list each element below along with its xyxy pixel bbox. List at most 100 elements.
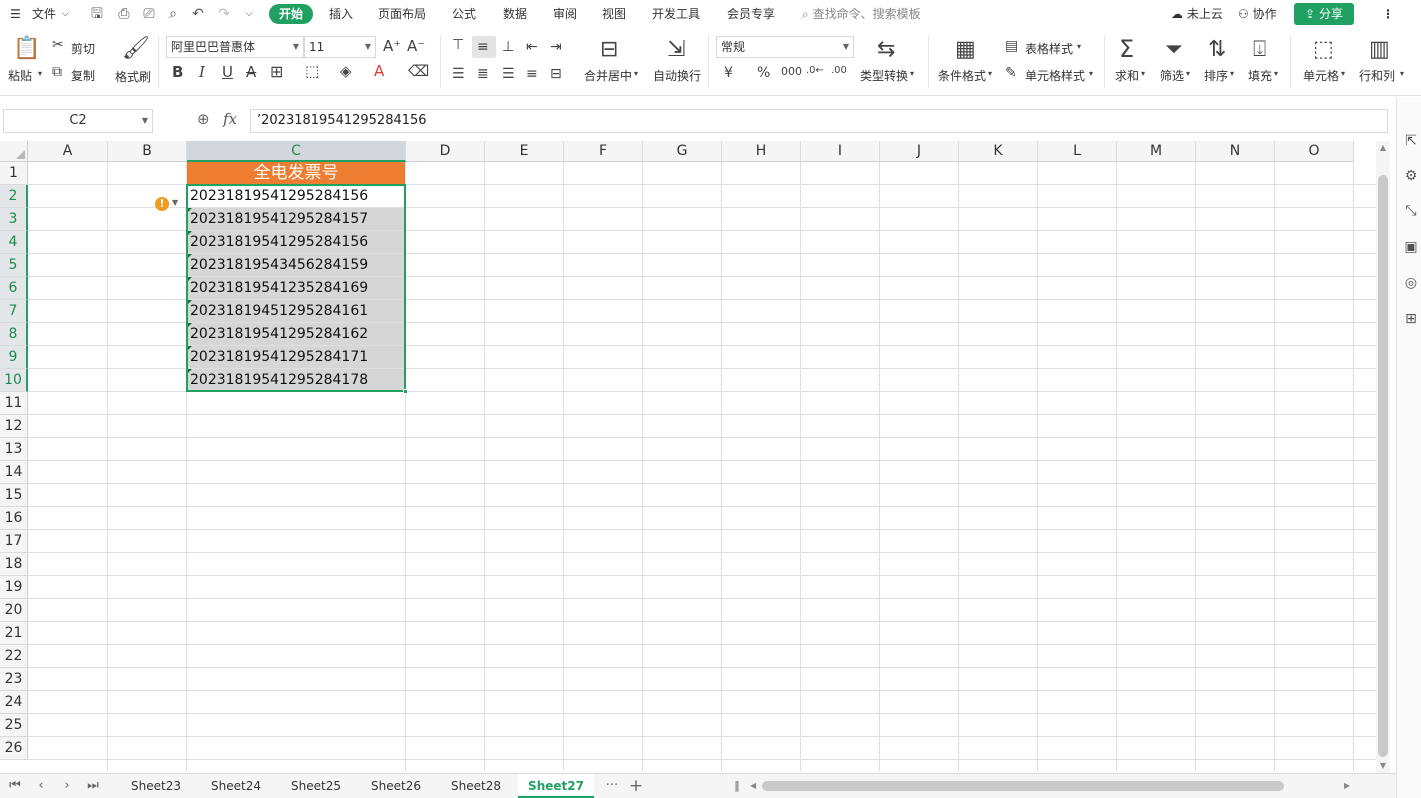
cell-style-button[interactable]: 单元格样式 [1025,67,1085,84]
column-header-l[interactable]: L [1038,141,1117,162]
select-all-corner[interactable] [0,141,28,162]
column-header-e[interactable]: E [485,141,564,162]
align-right-icon[interactable]: ☰ [502,67,515,81]
filter-button[interactable]: 筛选 [1160,67,1184,84]
tab-data[interactable]: 数据 [503,0,527,28]
scissors-icon[interactable]: ✂ [52,38,64,52]
column-header-h[interactable]: H [722,141,801,162]
sum-chevron-icon[interactable]: ▾ [1141,70,1145,78]
align-bottom-icon[interactable]: ⊥ [502,40,514,54]
row-header-10[interactable]: 10 [0,369,28,392]
row-header-23[interactable]: 23 [0,668,28,691]
table-style-chevron-icon[interactable]: ▾ [1077,43,1081,51]
font-color-icon[interactable]: A [374,64,384,79]
row-header-11[interactable]: 11 [0,392,28,415]
column-header-n[interactable]: N [1196,141,1275,162]
sheet-tab[interactable]: Sheet25 [278,774,354,798]
formula-input[interactable]: ’20231819541295284156 [250,109,1388,133]
row-header-15[interactable]: 15 [0,484,28,507]
row-header-21[interactable]: 21 [0,622,28,645]
row-header-20[interactable]: 20 [0,599,28,622]
invoice-cell-c7[interactable]: 20231819451295284161 [187,300,405,322]
sort-chevron-icon[interactable]: ▾ [1230,70,1234,78]
transform-icon[interactable]: ⤡ [1402,202,1420,220]
column-header-d[interactable]: D [406,141,485,162]
cell-style-chevron-icon[interactable]: ▾ [1089,70,1093,78]
gallery-icon[interactable]: ▣ [1402,238,1420,256]
row-col-chevron-icon[interactable]: ▾ [1400,70,1404,78]
cell-button[interactable]: 单元格 [1303,67,1339,84]
number-format-select[interactable]: 常规 ▼ [716,36,854,58]
paste-icon[interactable]: 📋 [13,38,40,60]
function-icon[interactable]: fx [223,110,237,128]
paste-button[interactable]: 粘贴 [8,67,32,84]
row-header-8[interactable]: 8 [0,323,28,346]
zoom-icon[interactable]: ⊕ [197,110,210,128]
sheet-tab[interactable]: Sheet28 [438,774,514,798]
currency-icon[interactable]: ¥ [724,66,733,80]
distribute-icon[interactable]: ⊟ [550,67,562,81]
spreadsheet-grid[interactable]: A B C D E F G H I J K L M N O 1 2 3 4 5 6 7 8 9 10 11 12 13 14 15 16 17… [0,141,1376,771]
row-header-4[interactable]: 4 [0,231,28,254]
invoice-cell-c8[interactable]: 20231819541295284162 [187,323,405,345]
tab-insert[interactable]: 插入 [329,0,353,28]
fill-button[interactable]: 填充 [1248,67,1272,84]
quick-access-more-icon[interactable]: ⌵ [240,5,258,23]
row-header-19[interactable]: 19 [0,576,28,599]
tab-review[interactable]: 审阅 [553,0,577,28]
horizontal-scrollbar[interactable]: ◀ ▶ [748,779,1356,793]
row-header-1[interactable]: 1 [0,162,28,185]
more-options-icon[interactable]: ⋮ [1382,0,1394,28]
column-header-o[interactable]: O [1275,141,1354,162]
decrease-decimal-icon[interactable]: .00 [831,66,847,76]
invoice-cell-c5[interactable]: 20231819543456284159 [187,254,405,276]
sheet-tab[interactable]: Sheet24 [198,774,274,798]
fill-pattern-icon[interactable]: ⬚ [305,64,319,79]
format-painter-button[interactable]: 格式刷 [115,68,151,85]
more-sheets-icon[interactable]: ··· [603,777,621,795]
sort-button[interactable]: 排序 [1204,67,1228,84]
row-header-16[interactable]: 16 [0,507,28,530]
table-style-button[interactable]: 表格样式 [1025,40,1073,57]
indent-increase-icon[interactable]: ⇥ [550,40,562,54]
sheet-tab[interactable]: Sheet23 [118,774,194,798]
column-header-k[interactable]: K [959,141,1038,162]
header-cell-c1[interactable]: 全电发票号 [187,162,405,184]
tab-developer[interactable]: 开发工具 [652,0,700,28]
format-painter-icon[interactable]: 🖌 [122,38,150,60]
filter-chevron-icon[interactable]: ▾ [1186,70,1190,78]
type-convert-button[interactable]: 类型转换 [860,67,908,84]
column-header-f[interactable]: F [564,141,643,162]
cell-icon[interactable]: ⬚ [1313,39,1334,61]
row-header-2[interactable]: 2 [0,185,28,208]
indent-decrease-icon[interactable]: ⇤ [526,40,538,54]
first-sheet-icon[interactable]: ⏮ [6,777,24,795]
invoice-cell-c6[interactable]: 20231819541235284169 [187,277,405,299]
cell-chevron-icon[interactable]: ▾ [1341,70,1345,78]
name-box[interactable]: C2 ▼ [3,109,153,133]
fill-color-icon[interactable]: ◈ [340,64,352,79]
next-sheet-icon[interactable]: › [58,777,76,795]
horizontal-scroll-thumb[interactable] [762,781,1284,791]
font-size-select[interactable]: 11 ▼ [304,36,376,58]
cell-style-icon[interactable]: ✎ [1005,66,1017,80]
increase-font-icon[interactable]: A⁺ [383,39,401,54]
table-style-icon[interactable]: ▤ [1005,39,1018,53]
column-header-g[interactable]: G [643,141,722,162]
row-header-9[interactable]: 9 [0,346,28,369]
location-icon[interactable]: ◎ [1402,274,1420,292]
wrap-text-icon[interactable]: ⇲ [667,39,685,61]
vertical-scroll-thumb[interactable] [1378,175,1388,757]
split-handle-icon[interactable]: ‖ [728,777,746,795]
align-center-icon[interactable]: ≣ [477,67,489,81]
redo-icon[interactable]: ↷ [215,5,233,23]
tab-formulas[interactable]: 公式 [452,0,476,28]
row-header-6[interactable]: 6 [0,277,28,300]
scroll-down-icon[interactable]: ▼ [1376,761,1390,770]
tab-start[interactable]: 开始 [269,4,313,24]
row-col-button[interactable]: 行和列 [1359,67,1395,84]
sum-icon[interactable]: Σ [1119,37,1134,61]
conditional-format-button[interactable]: 条件格式 [938,67,986,84]
sum-button[interactable]: 求和 [1115,67,1139,84]
vertical-scrollbar[interactable]: ▲ ▼ [1376,141,1390,773]
